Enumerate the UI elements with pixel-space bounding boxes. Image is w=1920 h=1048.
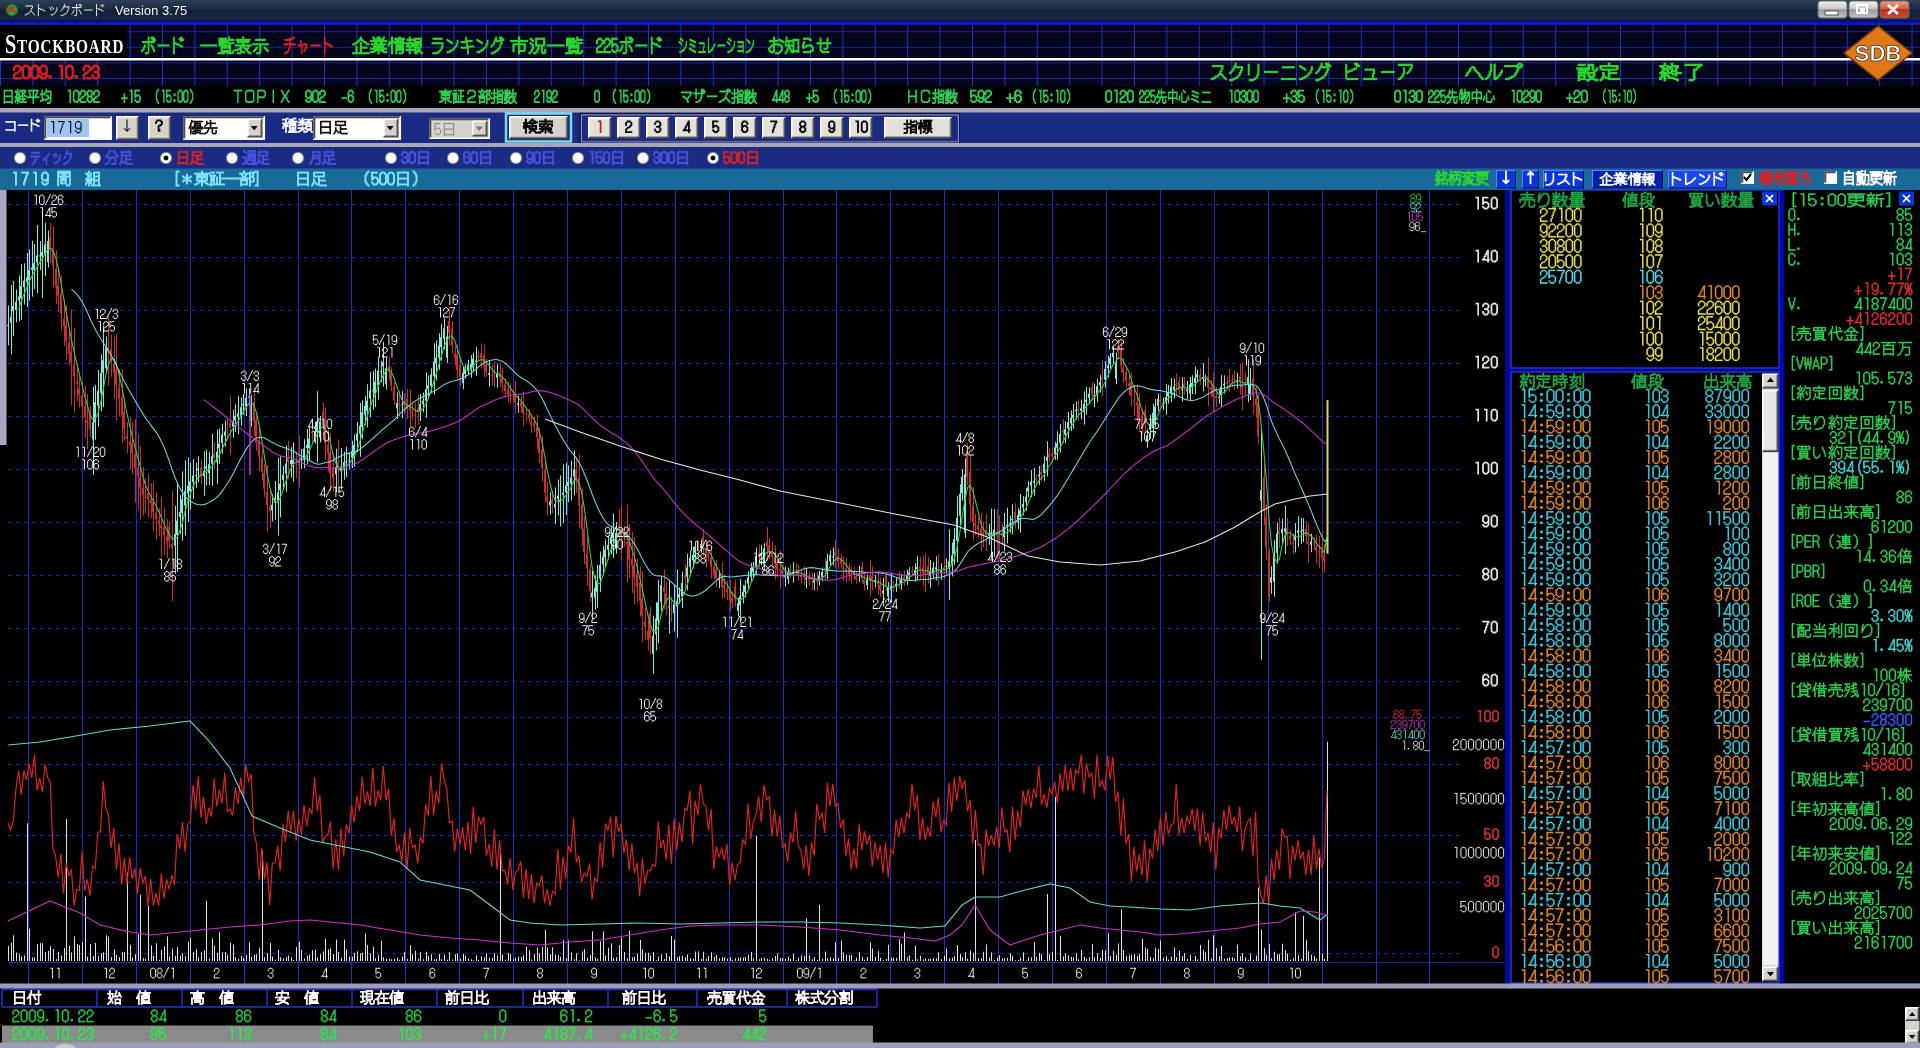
svg-text:STOCKBOARD: STOCKBOARD (5, 30, 124, 59)
svg-text:SDB: SDB (1855, 41, 1901, 66)
svg-text:Version 3.75: Version 3.75 (115, 3, 187, 18)
